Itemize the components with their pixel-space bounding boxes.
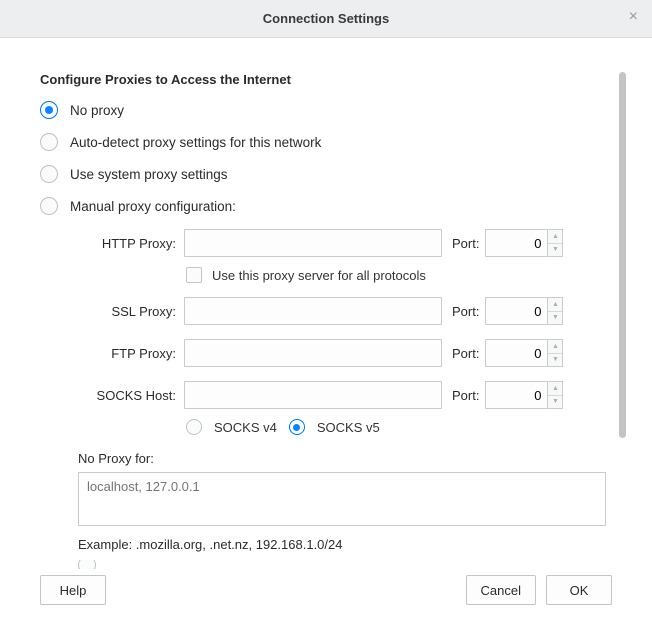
stepper-up-icon[interactable]: ▲ xyxy=(548,340,562,354)
http-proxy-input[interactable] xyxy=(184,229,442,257)
ssl-proxy-input[interactable] xyxy=(184,297,442,325)
socks-host-label: SOCKS Host: xyxy=(78,388,178,403)
help-button[interactable]: Help xyxy=(40,575,106,605)
ssl-port-label: Port: xyxy=(452,304,479,319)
use-for-all-label: Use this proxy server for all protocols xyxy=(212,268,426,283)
ssl-proxy-label: SSL Proxy: xyxy=(78,304,178,319)
radio-auto-config-url[interactable] xyxy=(78,560,96,569)
ftp-proxy-input[interactable] xyxy=(184,339,442,367)
stepper-up-icon[interactable]: ▲ xyxy=(548,298,562,312)
stepper-down-icon[interactable]: ▼ xyxy=(548,354,562,367)
radio-label-use-system: Use system proxy settings xyxy=(70,167,228,182)
radio-socks-v4[interactable] xyxy=(186,419,202,435)
ok-button[interactable]: OK xyxy=(546,575,612,605)
http-proxy-label: HTTP Proxy: xyxy=(78,236,178,251)
socks-port-label: Port: xyxy=(452,388,479,403)
radio-row-use-system[interactable]: Use system proxy settings xyxy=(40,165,613,183)
http-port-input[interactable] xyxy=(485,229,547,257)
http-proxy-row: HTTP Proxy: Port: ▲ ▼ xyxy=(78,229,613,257)
socks-version-row: SOCKS v4 SOCKS v5 xyxy=(186,419,613,435)
ftp-proxy-row: FTP Proxy: Port: ▲ ▼ xyxy=(78,339,613,367)
section-heading: Configure Proxies to Access the Internet xyxy=(40,72,613,87)
radio-row-manual[interactable]: Manual proxy configuration: xyxy=(40,197,613,215)
ftp-proxy-label: FTP Proxy: xyxy=(78,346,178,361)
radio-row-cutoff[interactable] xyxy=(78,560,613,569)
vertical-scrollbar[interactable] xyxy=(619,72,628,569)
ftp-port-label: Port: xyxy=(452,346,479,361)
ssl-port-stepper[interactable]: ▲ ▼ xyxy=(547,297,563,325)
http-port-stepper[interactable]: ▲ ▼ xyxy=(547,229,563,257)
stepper-down-icon[interactable]: ▼ xyxy=(548,396,562,409)
radio-row-auto-detect[interactable]: Auto-detect proxy settings for this netw… xyxy=(40,133,613,151)
socks-host-row: SOCKS Host: Port: ▲ ▼ xyxy=(78,381,613,409)
stepper-down-icon[interactable]: ▼ xyxy=(548,244,562,257)
ftp-port-input[interactable] xyxy=(485,339,547,367)
stepper-down-icon[interactable]: ▼ xyxy=(548,312,562,325)
use-for-all-checkbox[interactable] xyxy=(186,267,202,283)
http-port-label: Port: xyxy=(452,236,479,251)
radio-row-no-proxy[interactable]: No proxy xyxy=(40,101,613,119)
dialog-title: Connection Settings xyxy=(263,11,389,26)
no-proxy-for-textarea[interactable] xyxy=(78,472,606,526)
stepper-up-icon[interactable]: ▲ xyxy=(548,230,562,244)
scrollbar-thumb[interactable] xyxy=(619,72,626,438)
socks-port-stepper[interactable]: ▲ ▼ xyxy=(547,381,563,409)
close-icon[interactable]: × xyxy=(629,9,638,25)
socks-port-input[interactable] xyxy=(485,381,547,409)
stepper-up-icon[interactable]: ▲ xyxy=(548,382,562,396)
cancel-button[interactable]: Cancel xyxy=(466,575,536,605)
radio-label-socks-v5: SOCKS v5 xyxy=(317,420,380,435)
settings-scroll-area: Configure Proxies to Access the Internet… xyxy=(40,72,617,569)
radio-no-proxy[interactable] xyxy=(40,101,58,119)
ftp-port-stepper[interactable]: ▲ ▼ xyxy=(547,339,563,367)
no-proxy-example: Example: .mozilla.org, .net.nz, 192.168.… xyxy=(78,537,613,552)
radio-manual[interactable] xyxy=(40,197,58,215)
dialog-footer: Help Cancel OK xyxy=(0,569,652,625)
radio-socks-v5[interactable] xyxy=(289,419,305,435)
radio-auto-detect[interactable] xyxy=(40,133,58,151)
dialog-titlebar: Connection Settings × xyxy=(0,0,652,38)
radio-label-no-proxy: No proxy xyxy=(70,103,124,118)
radio-label-manual: Manual proxy configuration: xyxy=(70,199,236,214)
ssl-port-input[interactable] xyxy=(485,297,547,325)
use-for-all-row[interactable]: Use this proxy server for all protocols xyxy=(186,267,613,283)
radio-label-socks-v4: SOCKS v4 xyxy=(214,420,277,435)
radio-label-auto-detect: Auto-detect proxy settings for this netw… xyxy=(70,135,321,150)
ssl-proxy-row: SSL Proxy: Port: ▲ ▼ xyxy=(78,297,613,325)
socks-host-input[interactable] xyxy=(184,381,442,409)
no-proxy-for-label: No Proxy for: xyxy=(78,451,613,466)
radio-use-system[interactable] xyxy=(40,165,58,183)
